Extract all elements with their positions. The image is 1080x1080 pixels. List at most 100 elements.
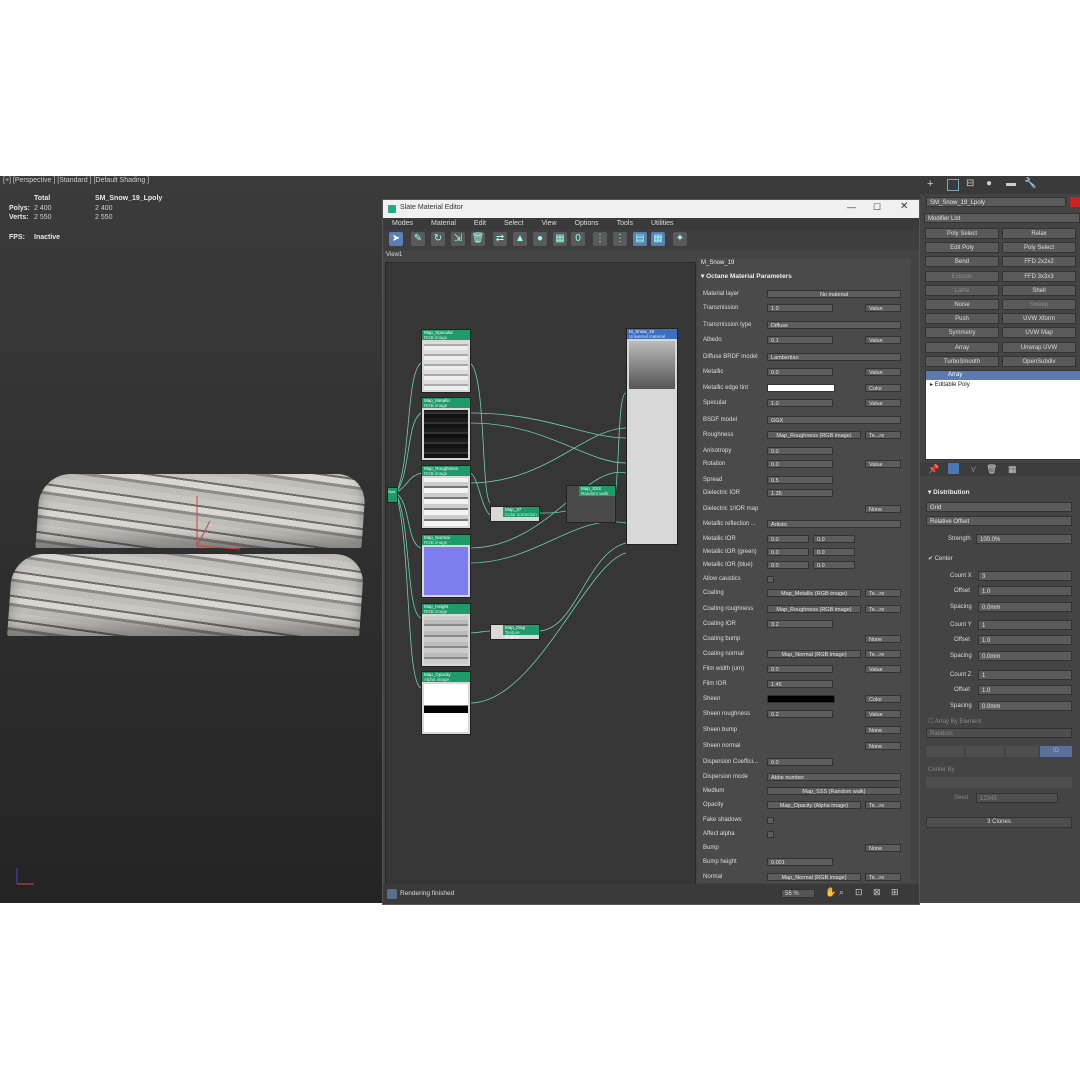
param-checkbox[interactable] xyxy=(767,817,774,824)
create-tab-icon[interactable]: + xyxy=(927,178,933,190)
param-number-field-2[interactable]: 0.0 xyxy=(813,535,855,543)
node-map-normal[interactable]: Map_Normal RGB image xyxy=(421,534,471,598)
hide-unused-icon[interactable]: ▲ xyxy=(513,232,527,246)
modifier-button-sweep[interactable]: Sweep xyxy=(1002,299,1076,310)
param-dropdown[interactable]: GGX xyxy=(767,416,901,424)
param-number-field[interactable]: 0.5 xyxy=(767,476,833,484)
param-mode-dropdown[interactable]: Te...re xyxy=(865,605,901,613)
node-map-roughness[interactable]: Map_Roughness RGB image xyxy=(421,465,471,529)
param-mode-dropdown[interactable]: None xyxy=(865,742,901,750)
param-mode-dropdown[interactable]: Value xyxy=(865,460,901,468)
modifier-button-poly-select[interactable]: Poly Select xyxy=(925,228,999,239)
param-number-field[interactable]: 0.2 xyxy=(767,710,833,718)
modifier-button-uvw-xform[interactable]: UVW Xform xyxy=(1002,313,1076,325)
slate-titlebar[interactable]: Slate Material Editor — ☐ ✕ xyxy=(383,200,919,218)
menu-options[interactable]: Options xyxy=(566,218,608,229)
param-mode-dropdown[interactable]: Value xyxy=(865,710,901,718)
param-number-field[interactable]: 1.0 xyxy=(767,304,833,312)
make-unique-icon[interactable]: ⋎ xyxy=(970,464,977,475)
param-dropdown[interactable]: Artistic xyxy=(767,520,901,528)
delete-icon[interactable]: 🗑 xyxy=(471,232,485,246)
modifier-button-ffd-2x2x2[interactable]: FFD 2x2x2 xyxy=(1002,256,1076,268)
modifier-list-dropdown[interactable]: Modifier List xyxy=(924,213,1080,223)
zoom-level[interactable]: 56 % xyxy=(781,889,815,898)
utilities-tab-icon[interactable]: 🔧 xyxy=(1024,178,1036,189)
param-mode-dropdown[interactable]: Value xyxy=(865,368,901,376)
pin-stack-icon[interactable]: 📌 xyxy=(928,464,939,475)
close-icon[interactable]: ✕ xyxy=(900,201,908,212)
param-map-button[interactable]: Map_Roughness (RGB image) xyxy=(767,431,861,439)
param-number-field[interactable]: 0.0 xyxy=(767,535,809,543)
param-mode-dropdown[interactable]: Value xyxy=(865,665,901,673)
output-node[interactable]: Sout xyxy=(387,487,398,503)
distribution-rollout[interactable]: ▾ Distribution xyxy=(928,488,970,496)
spacing-z-field[interactable]: 0.0mm xyxy=(978,701,1072,711)
param-mode-dropdown[interactable]: None xyxy=(865,505,901,513)
param-map-button[interactable]: Map_Normal (RGB image) xyxy=(767,873,861,881)
param-map-button[interactable]: Map_Roughness (RGB image) xyxy=(767,605,861,613)
modifier-button-opensubdiv[interactable]: OpenSubdiv xyxy=(1002,355,1076,367)
slate-material-editor[interactable]: Slate Material Editor — ☐ ✕ Modes Materi… xyxy=(382,199,920,905)
modifier-button-array[interactable]: Array xyxy=(925,341,999,353)
offset-mode-dropdown[interactable]: Relative Offset xyxy=(926,516,1072,526)
background-icon[interactable]: ● xyxy=(533,232,547,246)
param-mode-dropdown[interactable]: None xyxy=(865,726,901,734)
param-number-field[interactable]: 0.001 xyxy=(767,858,833,866)
param-color-swatch[interactable] xyxy=(767,695,835,703)
param-number-field[interactable]: 1.35 xyxy=(767,489,833,497)
element-mode-button[interactable] xyxy=(1006,746,1038,757)
section-title[interactable]: ▾ Octane Material Parameters xyxy=(701,272,792,280)
zoom-icon[interactable]: ⌕ xyxy=(839,887,844,898)
param-mode-dropdown[interactable]: Te...re xyxy=(865,589,901,597)
display-tab-icon[interactable]: ▬ xyxy=(1006,178,1016,189)
param-map-button[interactable]: Map_SSS (Random walk) xyxy=(767,787,901,795)
count-z-field[interactable]: 1 xyxy=(978,670,1072,680)
modifier-button-push[interactable]: Push xyxy=(925,313,999,325)
modifier-button-extrude[interactable]: Extrude xyxy=(925,270,999,282)
menu-edit[interactable]: Edit xyxy=(465,218,495,229)
param-mode-dropdown[interactable]: Color xyxy=(865,384,901,392)
parameter-editor-icon[interactable]: ▦ xyxy=(651,232,665,246)
zoom-extents-icon[interactable]: ⊠ xyxy=(873,887,881,898)
param-color-swatch[interactable] xyxy=(767,384,835,392)
param-mode-dropdown[interactable]: None xyxy=(865,635,901,643)
show-end-result-icon[interactable] xyxy=(948,463,959,474)
select-tool-icon[interactable]: ➤ xyxy=(389,232,403,246)
menu-view[interactable]: View xyxy=(532,218,565,229)
param-map-button[interactable]: Map_Normal (RGB image) xyxy=(767,650,861,658)
checker-icon[interactable]: ▦ xyxy=(553,232,567,246)
param-mode-dropdown[interactable]: Te...re xyxy=(865,801,901,809)
param-mode-dropdown[interactable]: Color xyxy=(865,695,901,703)
count-y-field[interactable]: 1 xyxy=(978,620,1072,630)
menu-modes[interactable]: Modes xyxy=(383,218,422,229)
param-map-button[interactable]: Map_Opacity (Alpha image) xyxy=(767,801,861,809)
modifier-button-symmetry[interactable]: Symmetry xyxy=(925,327,999,339)
menu-select[interactable]: Select xyxy=(495,218,532,229)
param-number-field[interactable]: 1.45 xyxy=(767,680,833,688)
element-mode-button[interactable] xyxy=(966,746,1004,757)
motion-tab-icon[interactable]: ● xyxy=(986,178,992,189)
param-number-field[interactable]: 0.0 xyxy=(767,665,833,673)
modifier-stack[interactable]: Array ▸ Editable Poly xyxy=(925,370,1080,460)
modifier-button-shell[interactable]: Shell xyxy=(1002,284,1076,296)
remove-modifier-icon[interactable]: 🗑 xyxy=(986,464,997,475)
modifier-button-unwrap-uvw[interactable]: Unwrap UVW xyxy=(1002,341,1076,353)
element-mode-button[interactable] xyxy=(926,746,964,757)
param-number-field[interactable]: 0.0 xyxy=(767,758,833,766)
modifier-button-ffd-3x3x3[interactable]: FFD 3x3x3 xyxy=(1002,270,1076,282)
modifier-button-noise[interactable]: Noise xyxy=(925,299,999,310)
param-number-field[interactable]: 0.0 xyxy=(767,561,809,569)
param-mode-dropdown[interactable]: Value xyxy=(865,336,901,344)
node-view-canvas[interactable]: Sout Map_Specular RGB image Map_Metallic R… xyxy=(385,262,696,885)
node-map-metallic[interactable]: Map_Metallic RGB image xyxy=(421,397,471,461)
param-dropdown[interactable]: Abbe number xyxy=(767,773,901,781)
param-map-button[interactable]: Map_Metallic (RGB image) xyxy=(767,589,861,597)
move-children-icon[interactable]: ⇄ xyxy=(493,232,507,246)
modifier-button-poly-select[interactable]: Poly Select xyxy=(1002,242,1076,254)
param-checkbox[interactable] xyxy=(767,831,774,838)
modifier-button-bend[interactable]: Bend xyxy=(925,256,999,268)
array-by-element-checkbox[interactable]: ☐ Array By Element xyxy=(928,718,981,725)
put-material-icon[interactable]: ↻ xyxy=(431,232,445,246)
maximize-icon[interactable]: ☐ xyxy=(873,202,881,213)
param-number-field[interactable]: 0.0 xyxy=(767,368,833,376)
